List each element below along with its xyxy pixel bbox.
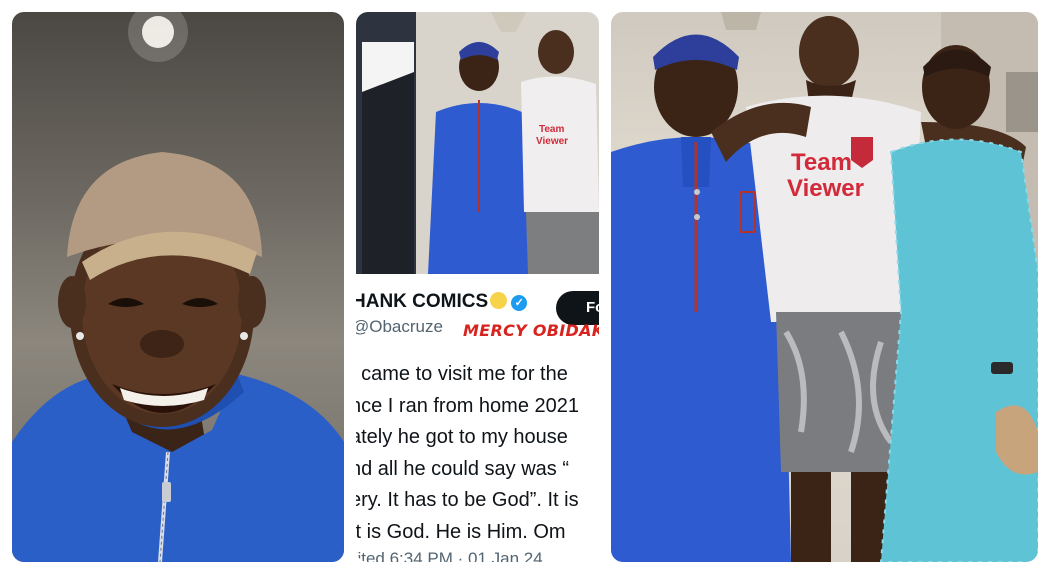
tweet-timestamp[interactable]: dited 6:34 PM · 01 Jan 24 [356,549,543,562]
photo-left [12,12,344,562]
tweet-line: ery. It has to be God”. It is [356,489,579,511]
jersey-viewer-text-large: Viewer [787,175,864,202]
tweet-line: nd all he could say was “ [356,457,570,480]
tweet-line: nce I ran from home 2021 [356,394,580,417]
follow-button[interactable]: Fo [556,291,599,325]
photo-right: Team Viewer [611,12,1038,562]
tweet-line: It is God. He is Him. Om [356,520,566,543]
two-men-illustration: Team Viewer [356,12,599,274]
jersey-viewer-text: Viewer [536,136,568,147]
watermark: MERCY OBIDAKE [463,321,599,340]
tweet-handle[interactable]: @Obacruze [356,317,443,337]
tweet-photo: Team Viewer [356,12,599,274]
tweet-body-area: HANK COMICS✓ @Obacruze Fo MERCY OBIDAKE … [356,287,599,562]
tweet-display-name[interactable]: HANK COMICS ✓ [356,291,528,313]
tweet-display-name-text[interactable]: HANK COMICS [356,291,488,312]
tweet-line: ately he got to my house [356,426,568,448]
smiley-emoji-icon [490,292,508,309]
three-people-illustration: Team Viewer [611,12,1038,562]
verified-badge-icon: ✓ [511,295,528,311]
jersey-team-text: Team [539,124,564,135]
jersey-team-text-large: Team [791,149,852,176]
smiling-man-illustration [12,12,344,562]
tweet-body: I came to visit me for the nce I ran fro… [356,359,599,548]
tweet-line: I came to visit me for the [356,363,568,385]
tweet-screenshot: Team Viewer HANK COMICS ✓ @Obacruze Fo ME… [356,12,599,562]
